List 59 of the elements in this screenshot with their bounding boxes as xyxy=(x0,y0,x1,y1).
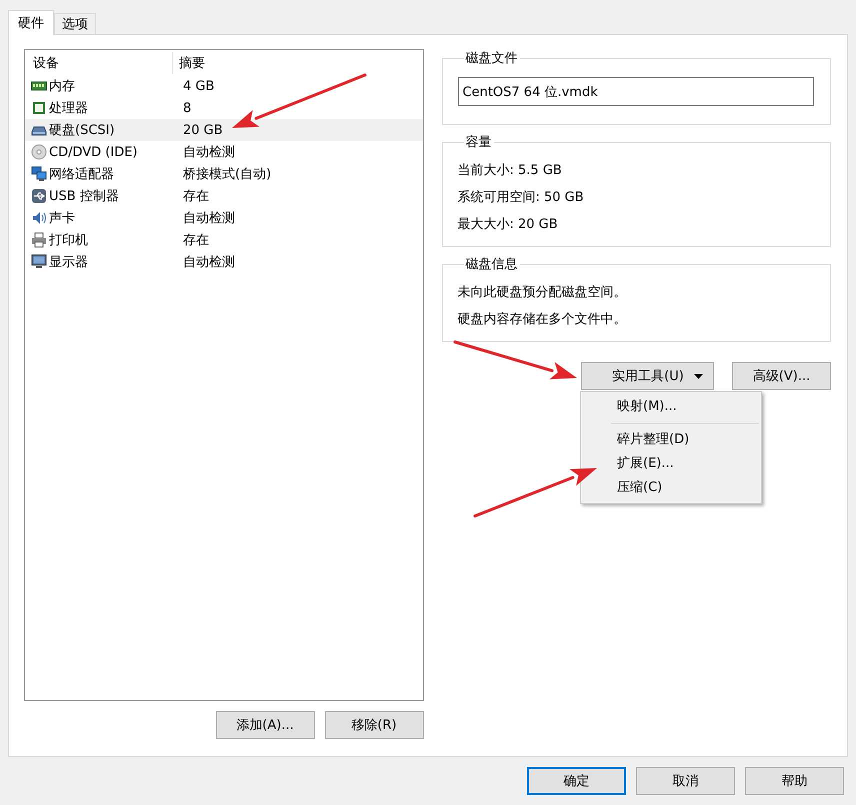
device-name: USB 控制器 xyxy=(49,188,119,205)
column-header[interactable]: 摘要 xyxy=(173,54,205,72)
list-button[interactable]: 添加(A)... xyxy=(216,711,314,739)
device-row[interactable]: 内存 4 GB xyxy=(25,75,422,97)
advanced-button[interactable]: 高级(V)... xyxy=(732,362,831,390)
device-name: 声卡 xyxy=(49,210,75,227)
info-text: 未向此硬盘预分配磁盘空间。 xyxy=(458,284,628,302)
device-row[interactable]: 网络适配器 桥接模式(自动) xyxy=(25,163,422,185)
device-name: 硬盘(SCSI) xyxy=(49,122,115,139)
device-summary: 8 xyxy=(182,100,192,116)
device-name: CD/DVD (IDE) xyxy=(49,144,138,160)
device-summary: 自动检测 xyxy=(182,254,235,271)
device-summary: 自动检测 xyxy=(182,210,235,227)
device-name: 内存 xyxy=(49,78,75,95)
menu-item[interactable]: 压缩(C) xyxy=(581,476,761,500)
disc-icon xyxy=(31,144,47,160)
capacity-text: 系统可用空间: 50 GB xyxy=(458,189,585,207)
device-name: 显示器 xyxy=(49,254,88,271)
device-row[interactable]: 声卡 自动检测 xyxy=(25,207,422,229)
usb-icon xyxy=(31,188,47,204)
device-row[interactable]: 硬盘(SCSI) 20 GB xyxy=(25,119,422,141)
capacity-text: 当前大小: 5.5 GB xyxy=(458,162,563,180)
group-title: 磁盘文件 xyxy=(464,50,518,67)
tab[interactable]: 硬件 xyxy=(8,10,54,35)
device-summary: 4 GB xyxy=(182,78,214,94)
caret-icon xyxy=(694,374,703,378)
group-title: 容量 xyxy=(464,134,492,151)
utilities-button[interactable]: 实用工具(U) xyxy=(581,362,714,390)
column-header[interactable]: 设备 xyxy=(25,52,173,74)
device-row[interactable]: 处理器 8 xyxy=(25,97,422,119)
device-name: 打印机 xyxy=(49,232,88,249)
device-row[interactable]: 显示器 自动检测 xyxy=(25,251,422,273)
monitor-icon xyxy=(31,254,47,270)
device-summary: 桥接模式(自动) xyxy=(182,166,272,183)
device-summary: 自动检测 xyxy=(182,144,235,161)
dialog-button[interactable]: 确定 xyxy=(527,767,626,795)
printer-icon xyxy=(31,232,47,248)
device-summary: 存在 xyxy=(182,232,209,249)
network-icon xyxy=(31,166,47,182)
group-title: 磁盘信息 xyxy=(464,256,518,273)
speaker-icon xyxy=(31,210,47,226)
device-row[interactable]: 打印机 存在 xyxy=(25,229,422,251)
chip-icon xyxy=(31,100,47,116)
dialog-button[interactable]: 帮助 xyxy=(745,767,844,795)
device-name: 处理器 xyxy=(49,100,88,117)
list-button[interactable]: 移除(R) xyxy=(324,711,424,739)
tab[interactable]: 选项 xyxy=(54,13,96,34)
menu-item[interactable]: 碎片整理(D) xyxy=(581,428,761,452)
device-name: 网络适配器 xyxy=(49,166,114,183)
device-summary: 存在 xyxy=(182,188,209,205)
menu-item[interactable]: 扩展(E)... xyxy=(581,452,761,476)
disk-file-field[interactable]: CentOS7 64 位.vmdk xyxy=(458,77,814,106)
dialog-button[interactable]: 取消 xyxy=(636,767,735,795)
info-text: 硬盘内容存储在多个文件中。 xyxy=(458,311,628,329)
menu-item[interactable]: 映射(M)... xyxy=(581,395,761,419)
device-summary: 20 GB xyxy=(182,122,223,138)
capacity-text: 最大大小: 20 GB xyxy=(458,216,559,234)
device-row[interactable]: USB 控制器 存在 xyxy=(25,185,422,207)
device-row[interactable]: CD/DVD (IDE) 自动检测 xyxy=(25,141,422,163)
